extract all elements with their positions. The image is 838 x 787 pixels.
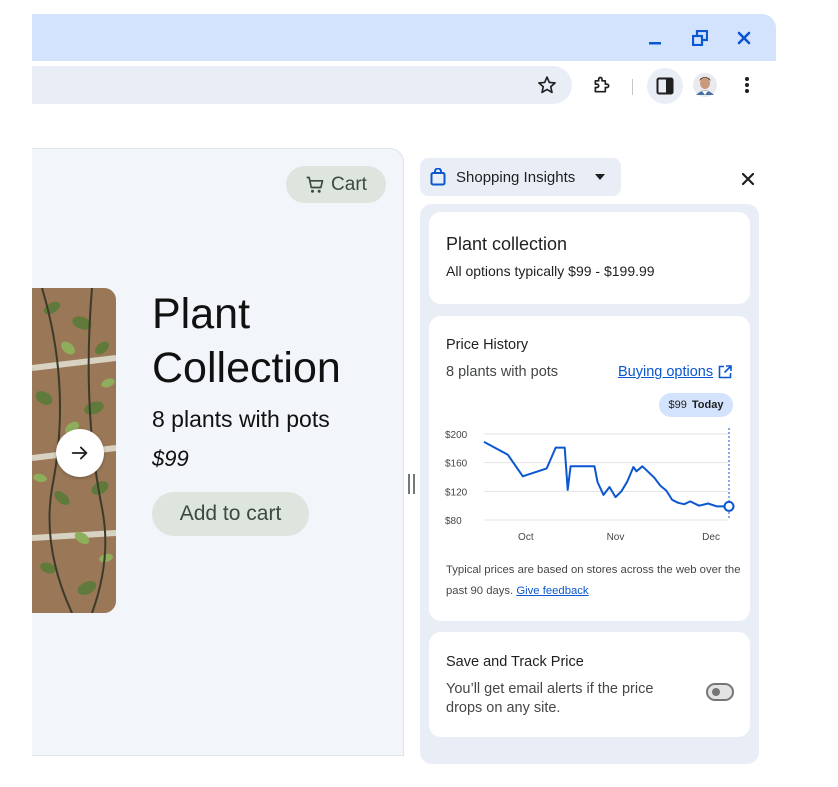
side-panel-selector[interactable]: Shopping Insights: [420, 158, 621, 196]
today-label: Today: [691, 399, 724, 411]
browser-toolbar: [32, 61, 776, 111]
note-text: Typical prices are based on stores acros…: [446, 564, 741, 597]
arrow-right-icon: [71, 446, 88, 460]
close-icon[interactable]: [730, 24, 758, 52]
title-bar: [32, 14, 776, 61]
product-title-line2: Collection: [152, 344, 341, 392]
toolbar-separator: [632, 79, 633, 95]
cart-icon: [306, 176, 324, 193]
side-panel-title: Shopping Insights: [456, 168, 576, 186]
price-history-card: Price History 8 plants with pots Buying …: [429, 316, 750, 621]
address-bar[interactable]: [32, 66, 572, 104]
buying-options-label: Buying options: [618, 364, 714, 380]
product-subtitle: 8 plants with pots: [152, 406, 330, 432]
cart-button[interactable]: Cart: [286, 166, 386, 203]
product-title: Plant Collection: [152, 287, 341, 395]
chart-x-tick-label: Nov: [607, 532, 625, 543]
add-to-cart-button[interactable]: Add to cart: [152, 492, 309, 536]
chart-x-tick-label: Oct: [518, 532, 534, 543]
star-icon[interactable]: [531, 69, 563, 101]
price-history-note: Typical prices are based on stores acros…: [446, 560, 741, 602]
track-price-title: Save and Track Price: [446, 654, 584, 670]
product-price: $99: [152, 446, 189, 471]
track-price-card: Save and Track Price You’ll get email al…: [429, 632, 750, 737]
page-content: Cart Plant Collection 8 plants with pots…: [32, 148, 404, 756]
chart-series-line: [483, 441, 729, 508]
panel-resize-handle[interactable]: [407, 473, 417, 495]
plant-image[interactable]: [32, 288, 116, 613]
give-feedback-link[interactable]: Give feedback: [516, 585, 588, 597]
more-menu-icon[interactable]: [731, 69, 763, 101]
open-in-new-icon: [718, 365, 732, 379]
shopping-bag-icon: [430, 168, 446, 186]
chart-y-tick-label: $200: [445, 430, 468, 441]
chart-y-tick-label: $80: [445, 516, 462, 527]
next-image-button[interactable]: [56, 429, 104, 477]
chart-y-tick-label: $120: [445, 487, 468, 498]
price-history-title: Price History: [446, 337, 529, 353]
side-panel-icon[interactable]: [647, 68, 683, 104]
chart-x-tick-label: Dec: [702, 532, 720, 543]
price-history-subtitle: 8 plants with pots: [446, 364, 559, 380]
toggle-knob: [712, 688, 720, 696]
summary-range: All options typically $99 - $199.99: [446, 263, 655, 279]
today-price: $99: [668, 399, 687, 411]
summary-card: Plant collection All options typically $…: [429, 212, 750, 304]
track-price-toggle[interactable]: [706, 683, 734, 701]
restore-icon[interactable]: [686, 24, 714, 52]
cart-label: Cart: [331, 173, 367, 195]
chart-y-tick-label: $160: [445, 459, 468, 470]
side-panel-body: Plant collection All options typically $…: [420, 204, 759, 764]
today-price-badge: $99 Today: [659, 393, 733, 417]
track-price-description: You’ll get email alerts if the price dro…: [446, 681, 654, 716]
product-title-line1: Plant: [152, 290, 251, 338]
summary-title: Plant collection: [446, 234, 568, 254]
side-panel-close-icon[interactable]: [738, 169, 758, 189]
chart-current-point: [723, 500, 735, 512]
price-history-chart[interactable]: $200 $160 $120 $80 Oct Nov Dec: [439, 424, 749, 554]
minimize-icon[interactable]: [641, 24, 669, 52]
profile-avatar[interactable]: [689, 69, 721, 101]
buying-options-link[interactable]: Buying options: [618, 364, 732, 380]
dropdown-arrow-icon: [595, 174, 606, 180]
extensions-icon[interactable]: [586, 69, 618, 101]
